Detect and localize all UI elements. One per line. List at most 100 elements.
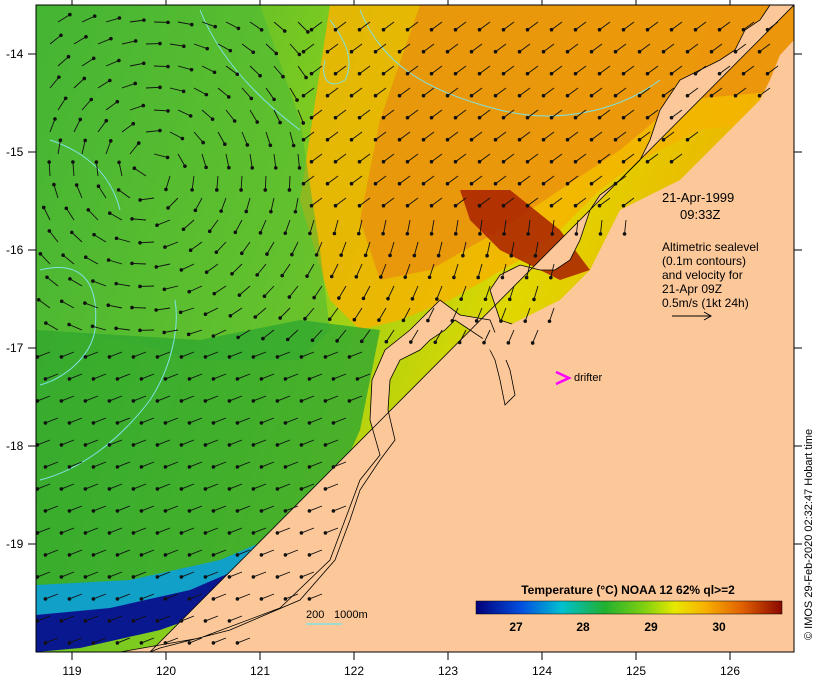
- velocity-arrow-head: [323, 355, 328, 359]
- velocity-arrow-head: [445, 93, 450, 98]
- velocity-arrow-head: [290, 252, 294, 257]
- velocity-arrow-head: [501, 159, 506, 164]
- velocity-arrow-head: [187, 509, 192, 513]
- velocity-arrow-head: [541, 137, 546, 142]
- velocity-arrow-head: [621, 115, 626, 120]
- velocity-arrow-head: [259, 465, 264, 469]
- velocity-arrow-head: [205, 46, 210, 51]
- velocity-arrow-head: [203, 443, 208, 447]
- date-label: 21-Apr-1999: [662, 190, 734, 205]
- velocity-arrow-head: [327, 317, 332, 322]
- velocity-arrow-head: [386, 296, 390, 301]
- velocity-arrow-head: [331, 421, 336, 425]
- velocity-arrow-head: [115, 377, 120, 381]
- velocity-arrow-head: [501, 71, 506, 76]
- y-tick-label: -19: [6, 537, 24, 551]
- velocity-arrow-head: [469, 181, 474, 186]
- velocity-arrow-head: [325, 49, 330, 54]
- velocity-arrow-head: [301, 181, 306, 186]
- velocity-arrow-head: [131, 487, 136, 491]
- velocity-arrow-head: [589, 49, 594, 54]
- velocity-arrow-head: [597, 159, 602, 164]
- velocity-arrow-head: [295, 98, 299, 102]
- velocity-arrow-head: [405, 27, 410, 32]
- velocity-arrow-head: [272, 97, 276, 102]
- velocity-arrow-head: [397, 93, 402, 98]
- velocity-arrow-head: [645, 71, 650, 76]
- velocity-arrow-head: [304, 75, 308, 80]
- velocity-arrow-head: [114, 326, 118, 331]
- velocity-arrow-head: [179, 531, 184, 535]
- velocity-arrow-head: [239, 188, 243, 192]
- velocity-arrow-head: [312, 295, 316, 300]
- velocity-arrow-head: [597, 27, 602, 32]
- velocity-arrow-head: [230, 271, 234, 276]
- velocity-arrow-head: [107, 399, 112, 403]
- velocity-arrow-head: [453, 27, 458, 32]
- velocity-arrow-head: [410, 297, 415, 301]
- velocity-arrow-head: [574, 232, 579, 236]
- velocity-arrow-head: [478, 232, 482, 236]
- velocity-arrow: [131, 262, 147, 265]
- velocity-arrow-head: [501, 27, 506, 32]
- x-tick-label: 121: [250, 664, 270, 678]
- velocity-arrow-head: [301, 137, 306, 142]
- velocity-arrow-head: [435, 297, 439, 301]
- velocity-arrow-head: [469, 49, 474, 54]
- velocity-arrow-head: [361, 296, 366, 301]
- velocity-arrow-head: [179, 268, 184, 272]
- velocity-arrow-head: [477, 159, 482, 164]
- velocity-arrow-head: [43, 421, 48, 425]
- depth-label-1000: 1000m: [334, 609, 368, 621]
- velocity-arrow-head: [131, 399, 136, 403]
- velocity-arrow-head: [381, 231, 385, 236]
- velocity-arrow-head: [477, 71, 482, 76]
- velocity-arrow-head: [263, 188, 268, 192]
- velocity-arrow-head: [189, 22, 194, 27]
- velocity-arrow-head: [155, 223, 159, 227]
- velocity-arrow-head: [309, 115, 314, 120]
- velocity-arrow-head: [66, 54, 71, 59]
- velocity-arrow-head: [297, 52, 302, 57]
- velocity-arrow-head: [115, 509, 120, 513]
- velocity-arrow-head: [347, 355, 352, 359]
- velocity-arrow-head: [429, 159, 434, 164]
- velocity-arrow-head: [259, 377, 264, 381]
- velocity-arrow-head: [255, 273, 259, 277]
- velocity-arrow-head: [115, 597, 120, 601]
- velocity-arrow-head: [373, 137, 378, 142]
- y-tick-label: -18: [6, 439, 24, 453]
- velocity-arrow-head: [155, 487, 160, 491]
- velocity-arrow-head: [573, 203, 578, 208]
- velocity-arrow-head: [59, 487, 64, 491]
- velocity-arrow-head: [130, 217, 134, 221]
- velocity-arrow-head: [331, 377, 336, 381]
- velocity-arrow-head: [436, 253, 441, 258]
- velocity-arrow-head: [273, 166, 278, 170]
- velocity-arrow-head: [107, 619, 112, 623]
- velocity-arrow-head: [107, 575, 112, 579]
- velocity-arrow-head: [335, 339, 339, 343]
- velocity-arrow-head: [589, 93, 594, 98]
- velocity-arrow-head: [429, 71, 434, 76]
- velocity-arrow-head: [226, 95, 231, 99]
- velocity-arrow-head: [493, 181, 498, 186]
- velocity-arrow-head: [429, 27, 434, 32]
- velocity-arrow-head: [323, 443, 328, 447]
- velocity-arrow-head: [549, 203, 554, 208]
- velocity-arrow-head: [685, 137, 690, 142]
- velocity-arrow-head: [179, 355, 184, 359]
- velocity-arrow-head: [307, 421, 312, 425]
- velocity-arrow-head: [613, 49, 618, 54]
- velocity-arrow-head: [233, 230, 238, 235]
- velocity-arrow-head: [349, 49, 354, 54]
- velocity-arrow-head: [597, 71, 602, 76]
- velocity-arrow-head: [91, 597, 96, 601]
- velocity-arrow-head: [203, 355, 208, 359]
- velocity-arrow-head: [139, 377, 144, 381]
- velocity-arrow-head: [83, 301, 87, 305]
- velocity-arrow-head: [339, 253, 343, 257]
- velocity-arrow-head: [669, 115, 674, 120]
- velocity-arrow-head: [228, 313, 233, 318]
- velocity-arrow-head: [251, 531, 256, 535]
